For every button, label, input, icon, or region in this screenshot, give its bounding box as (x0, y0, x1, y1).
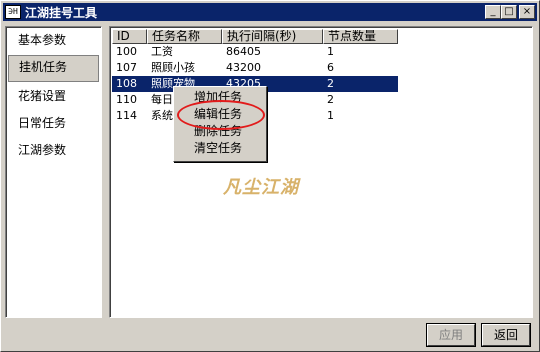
cell-node-count: 6 (327, 61, 334, 74)
close-button[interactable]: × (519, 5, 535, 19)
window-title: 江湖挂号工具 (25, 5, 98, 20)
sidebar-item-idle-tasks[interactable]: 挂机任务 (8, 55, 99, 82)
cell-interval: 86405 (226, 45, 261, 58)
minimize-button[interactable]: _ (485, 5, 501, 19)
cell-id: 110 (116, 93, 137, 106)
cell-node-count: 1 (327, 45, 334, 58)
sidebar-nav: 基本参数 挂机任务 花猪设置 日常任务 江湖参数 (5, 26, 102, 318)
menu-item-delete-task[interactable]: 删除任务 (174, 123, 266, 140)
cell-node-count: 1 (327, 109, 334, 122)
table-row[interactable]: 100 工资 86405 1 (112, 44, 532, 60)
cell-node-count: 2 (327, 93, 334, 106)
task-list-header: ID 任务名称 执行间隔(秒) 节点数量 (112, 29, 532, 44)
watermark: 凡尘江湖 (223, 177, 299, 198)
sidebar-item-daily-tasks[interactable]: 日常任务 (8, 111, 99, 136)
cell-interval: 43200 (226, 61, 261, 74)
menu-item-edit-task[interactable]: 编辑任务 (174, 106, 266, 123)
table-row[interactable]: 107 照顾小孩 43200 6 (112, 60, 532, 76)
column-header-node-count[interactable]: 节点数量 (323, 29, 398, 44)
sidebar-item-pig-settings[interactable]: 花猪设置 (8, 84, 99, 109)
back-button[interactable]: 返回 (482, 324, 530, 346)
cell-id: 107 (116, 61, 137, 74)
app-icon: ∋H (5, 5, 21, 19)
apply-button[interactable]: 应用 (427, 324, 475, 346)
menu-item-add-task[interactable]: 增加任务 (174, 89, 266, 106)
cell-name: 照顾小孩 (151, 61, 195, 74)
maximize-button[interactable]: □ (501, 5, 517, 19)
cell-id: 108 (116, 77, 137, 90)
column-header-interval[interactable]: 执行间隔(秒) (222, 29, 323, 44)
cell-node-count: 2 (327, 77, 334, 90)
cell-name: 工资 (151, 45, 173, 58)
menu-item-clear-tasks[interactable]: 清空任务 (174, 140, 266, 157)
cell-id: 100 (116, 45, 137, 58)
app-window: ∋H 江湖挂号工具 _ □ × 基本参数 挂机任务 花猪设置 日常任务 江湖参数… (0, 0, 540, 352)
sidebar-item-jianghu-params[interactable]: 江湖参数 (8, 138, 99, 163)
title-bar-buttons: _ □ × (485, 5, 535, 19)
cell-id: 114 (116, 109, 137, 122)
column-header-name[interactable]: 任务名称 (147, 29, 222, 44)
context-menu: 增加任务 编辑任务 删除任务 清空任务 (173, 86, 267, 162)
task-list[interactable]: ID 任务名称 执行间隔(秒) 节点数量 100 工资 86405 1 107 … (109, 26, 533, 318)
column-header-id[interactable]: ID (112, 29, 147, 44)
sidebar-item-basic-params[interactable]: 基本参数 (8, 28, 99, 53)
title-bar[interactable]: ∋H 江湖挂号工具 _ □ × (3, 3, 537, 21)
